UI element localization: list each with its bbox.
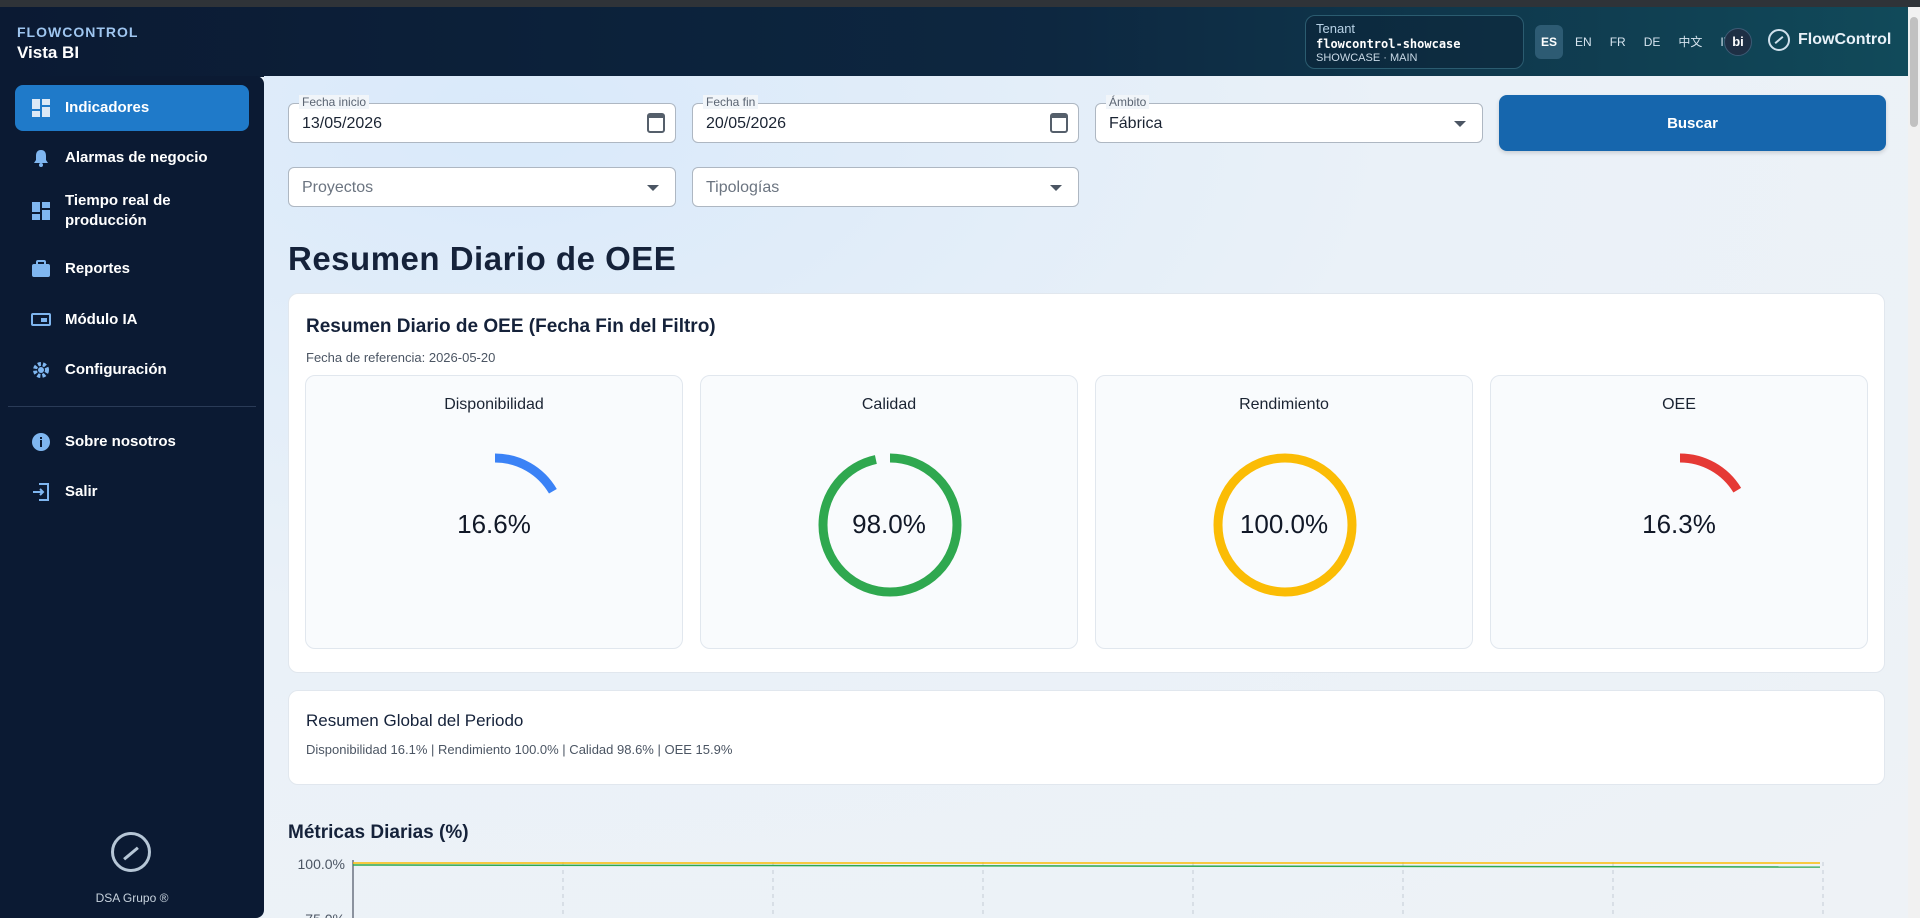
projects-placeholder: Proyectos bbox=[302, 179, 374, 196]
sidebar-item-label: Módulo IA bbox=[65, 311, 138, 328]
window-top-strip bbox=[0, 0, 1920, 7]
sidebar-item-reportes[interactable]: Reportes bbox=[15, 246, 249, 292]
chevron-down-icon bbox=[647, 185, 659, 191]
user-avatar[interactable]: bi bbox=[1724, 28, 1752, 56]
sidebar-item-label: Salir bbox=[65, 483, 98, 500]
dsa-footer: DSA Grupo ® bbox=[95, 891, 169, 905]
start-date-field[interactable]: Fecha inicio 13/05/2026 bbox=[288, 95, 676, 143]
language-switcher: ES EN FR DE 中文 IT bbox=[1535, 25, 1737, 59]
daily-metrics-chart: 100.0% 75.0% bbox=[288, 852, 1888, 918]
sidebar-item-label: Tiempo real de producción bbox=[65, 192, 171, 229]
dashboard-icon bbox=[31, 201, 51, 221]
sidebar-item-label: Sobre nosotros bbox=[65, 433, 176, 450]
sidebar-divider bbox=[8, 406, 256, 407]
sidebar-item-modulo-ia[interactable]: Módulo IA bbox=[15, 297, 249, 343]
lang-fr[interactable]: FR bbox=[1604, 25, 1632, 59]
sidebar-item-sobre-nosotros[interactable]: Sobre nosotros bbox=[15, 419, 249, 465]
gear-icon bbox=[31, 360, 51, 380]
typologies-placeholder: Tipologías bbox=[706, 179, 780, 196]
lang-es[interactable]: ES bbox=[1535, 25, 1564, 59]
global-summary-title: Resumen Global del Periodo bbox=[306, 711, 524, 730]
scope-select[interactable]: Ámbito Fábrica bbox=[1095, 95, 1483, 143]
kpi-value: 16.3% bbox=[1642, 509, 1716, 539]
tenant-label: Tenant bbox=[1316, 21, 1356, 36]
chevron-down-icon bbox=[1050, 185, 1062, 191]
daily-oee-card-title: Resumen Diario de OEE (Fecha Fin del Fil… bbox=[306, 316, 716, 337]
sidebar-item-label: Indicadores bbox=[65, 99, 150, 116]
sidebar-item-alarmas[interactable]: Alarmas de negocio bbox=[15, 135, 249, 181]
lang-en[interactable]: EN bbox=[1569, 25, 1598, 59]
tenant-name: flowcontrol-showcase bbox=[1316, 37, 1461, 51]
flowcontrol-logo-text: FlowControl bbox=[1798, 31, 1892, 48]
scrollbar-thumb[interactable] bbox=[1910, 17, 1918, 127]
global-summary-card: Resumen Global del Periodo Disponibilida… bbox=[288, 690, 1885, 785]
bell-icon bbox=[31, 148, 51, 168]
lang-zh[interactable]: 中文 bbox=[1672, 25, 1708, 59]
reference-date: Fecha de referencia: 2026-05-20 bbox=[306, 350, 496, 365]
kpi-card-rendimiento: Rendimiento 100.0% bbox=[1095, 375, 1473, 649]
page-scrollbar[interactable] bbox=[1908, 7, 1920, 918]
scope-label: Ámbito bbox=[1106, 95, 1150, 109]
y-tick-label: 100.0% bbox=[298, 856, 345, 872]
lang-de[interactable]: DE bbox=[1638, 25, 1667, 59]
sidebar-item-label: Reportes bbox=[65, 260, 131, 277]
kpi-card-oee: OEE 16.3% bbox=[1490, 375, 1868, 649]
sidebar-item-configuracion[interactable]: Configuración bbox=[15, 347, 249, 393]
sidebar-item-label: Alarmas de negocio bbox=[65, 149, 208, 166]
sidebar-item-tiempo-real[interactable]: Tiempo real de producción bbox=[15, 184, 249, 238]
global-summary-text: Disponibilidad 16.1% | Rendimiento 100.0… bbox=[306, 742, 733, 757]
end-date-field[interactable]: Fecha fin 20/05/2026 bbox=[692, 95, 1079, 143]
sidebar-item-indicadores[interactable]: Indicadores bbox=[15, 85, 249, 131]
calendar-icon[interactable] bbox=[647, 113, 665, 133]
kpi-title: Calidad bbox=[861, 396, 917, 413]
y-tick-label: 75.0% bbox=[305, 911, 345, 918]
start-date-value: 13/05/2026 bbox=[302, 115, 383, 132]
dsa-logo-icon bbox=[111, 832, 151, 872]
kpi-card-disponibilidad: Disponibilidad 16.6% bbox=[305, 375, 683, 649]
chevron-down-icon bbox=[1454, 121, 1466, 127]
sidebar-item-label: Configuración bbox=[65, 361, 167, 378]
projects-select[interactable]: Proyectos bbox=[288, 167, 676, 207]
daily-metrics-svg: 100.0% 75.0% bbox=[298, 856, 1824, 918]
metrics-title: Métricas Diarias (%) bbox=[288, 822, 469, 843]
search-button[interactable]: Buscar bbox=[1499, 95, 1886, 151]
start-date-label: Fecha inicio bbox=[299, 95, 370, 109]
sidebar-item-salir[interactable]: Salir bbox=[15, 469, 249, 515]
dashboard-icon bbox=[31, 98, 51, 118]
kpi-title: OEE bbox=[1662, 396, 1696, 413]
kpi-title: Rendimiento bbox=[1239, 396, 1329, 413]
series-line bbox=[352, 864, 1821, 868]
brand-small: FLOWCONTROL bbox=[17, 24, 139, 40]
kpi-value: 98.0% bbox=[852, 509, 926, 539]
info-icon bbox=[31, 432, 51, 452]
flowcontrol-logo-icon bbox=[1768, 29, 1790, 51]
monitor-icon bbox=[31, 310, 51, 330]
end-date-value: 20/05/2026 bbox=[706, 115, 787, 132]
page-title: Resumen Diario de OEE bbox=[288, 240, 677, 277]
flowcontrol-logo: FlowControl bbox=[1768, 29, 1891, 51]
scope-value: Fábrica bbox=[1109, 115, 1163, 132]
brand-title: Vista BI bbox=[17, 43, 80, 62]
briefcase-icon bbox=[31, 259, 51, 279]
kpi-value: 100.0% bbox=[1239, 509, 1329, 539]
end-date-label: Fecha fin bbox=[703, 95, 759, 109]
app-header: FLOWCONTROL Vista BI Tenant flowcontrol-… bbox=[0, 7, 1908, 77]
tenant-selector[interactable]: Tenant flowcontrol-showcase SHOWCASE · M… bbox=[1305, 15, 1524, 69]
tenant-sub: SHOWCASE · MAIN bbox=[1316, 52, 1418, 64]
typologies-select[interactable]: Tipologías bbox=[692, 167, 1079, 207]
kpi-value: 16.6% bbox=[457, 509, 531, 539]
sidebar: Indicadores Alarmas de negocio Tiempo re… bbox=[0, 76, 264, 918]
kpi-title: Disponibilidad bbox=[444, 396, 544, 413]
calendar-icon[interactable] bbox=[1050, 113, 1068, 133]
logout-icon bbox=[31, 482, 51, 502]
kpi-card-calidad: Calidad 98.0% bbox=[700, 375, 1078, 649]
